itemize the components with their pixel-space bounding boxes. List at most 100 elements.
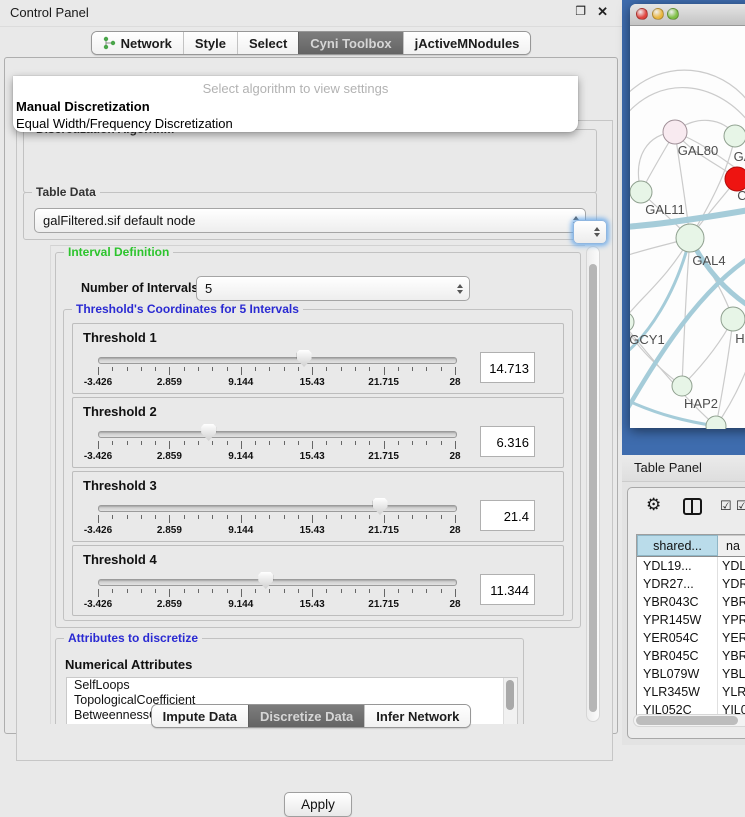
tick-mark (341, 589, 342, 593)
settings-scrollbar[interactable] (586, 246, 600, 722)
tick-mark (384, 441, 385, 449)
slider-ticks (98, 441, 455, 450)
tick-mark (326, 515, 327, 519)
tick-mark (341, 441, 342, 445)
threshold-slider-handle[interactable] (373, 498, 388, 515)
network-node[interactable] (721, 307, 745, 331)
threshold-value-field[interactable]: 14.713 (480, 352, 535, 383)
tab-infer-network[interactable]: Infer Network (364, 705, 470, 727)
table-row[interactable]: YLR345WYLR3 (637, 683, 745, 701)
scale-label: 15.43 (300, 377, 325, 388)
traffic-light-close-icon[interactable] (636, 8, 648, 20)
number-of-intervals-combo[interactable]: 5 (196, 276, 470, 301)
network-window-titlebar[interactable] (630, 4, 745, 26)
settings-scroll-thumb[interactable] (589, 264, 597, 712)
tick-mark (169, 515, 170, 523)
network-canvas[interactable]: GAL80GACGAL11GAL4GCY1HHAP2 (630, 26, 745, 429)
tab-network[interactable]: Network (92, 32, 183, 54)
table-hscroll-thumb[interactable] (636, 716, 738, 725)
tick-mark (326, 441, 327, 445)
threshold-slider-track[interactable] (98, 357, 457, 364)
table-row[interactable]: YPR145WYPR1 (637, 611, 745, 629)
table-data-combo[interactable]: galFiltered.sif default node (34, 208, 586, 233)
traffic-light-zoom-icon[interactable] (667, 8, 679, 20)
algorithm-combo[interactable] (573, 220, 607, 244)
threshold-label: Threshold 2 (83, 404, 157, 419)
threshold-value-field[interactable]: 6.316 (480, 426, 535, 457)
tab-label: Cyni Toolbox (310, 36, 391, 51)
tab-style[interactable]: Style (183, 32, 237, 54)
table-cell: YIL0 (718, 701, 745, 715)
network-node[interactable] (724, 125, 745, 147)
tick-mark (355, 367, 356, 371)
algorithm-popup-hint: Select algorithm to view settings (13, 79, 578, 98)
tick-mark (341, 367, 342, 371)
tick-mark (426, 367, 427, 371)
threshold-slider-handle[interactable] (258, 572, 273, 589)
network-node[interactable] (672, 376, 692, 396)
table-row[interactable]: YDR27...YDR2 (637, 575, 745, 593)
tab-cyni-toolbox[interactable]: Cyni Toolbox (298, 32, 402, 54)
tab-jactivemnodules[interactable]: jActiveMNodules (403, 32, 531, 54)
threshold-slider-handle[interactable] (201, 424, 216, 441)
threshold-value-field[interactable]: 11.344 (480, 574, 535, 605)
checkbox-icon[interactable]: ☑ (720, 498, 732, 514)
tab-discretize-data[interactable]: Discretize Data (248, 705, 364, 727)
tick-mark (426, 515, 427, 519)
close-panel-icon[interactable]: ✕ (597, 4, 608, 20)
apply-button[interactable]: Apply (284, 792, 352, 817)
tick-mark (98, 367, 99, 375)
table-row[interactable]: YBL079WYBL0 (637, 665, 745, 683)
table-panel-header: Table Panel (622, 455, 745, 482)
thresholds-group-title: Threshold's Coordinates for 5 Intervals (72, 302, 303, 316)
threshold-slider-track[interactable] (98, 579, 457, 586)
tab-impute-data[interactable]: Impute Data (152, 705, 248, 727)
table-horizontal-scrollbar[interactable] (633, 714, 745, 727)
tick-mark (241, 515, 242, 523)
popup-item-equal-width-frequency-discretization[interactable]: Equal Width/Frequency Discretization (13, 115, 578, 132)
tick-mark (441, 589, 442, 593)
network-node[interactable] (706, 416, 726, 429)
tick-mark (398, 515, 399, 519)
network-edge[interactable] (716, 319, 733, 426)
checkbox-icon[interactable]: ☑ (736, 498, 745, 514)
tick-mark (169, 589, 170, 597)
table-row[interactable]: YBR043CYBR0 (637, 593, 745, 611)
threshold-value-field[interactable]: 21.4 (480, 500, 535, 531)
column-header-na[interactable]: na (718, 535, 745, 556)
tick-mark (184, 441, 185, 445)
network-node[interactable] (630, 181, 652, 203)
tick-mark (112, 515, 113, 519)
table-row[interactable]: YER054CYER0 (637, 629, 745, 647)
float-window-icon[interactable]: ❐ (575, 4, 586, 18)
traffic-light-minimize-icon[interactable] (652, 8, 664, 20)
attribute-item-selfloops[interactable]: SelfLoops (67, 678, 517, 693)
table-row[interactable]: YDL19...YDL1 (637, 557, 745, 575)
network-node[interactable] (663, 120, 687, 144)
tick-mark (184, 515, 185, 519)
tick-mark (112, 367, 113, 371)
threshold-slider-handle[interactable] (297, 350, 312, 367)
tick-mark (284, 367, 285, 371)
tick-mark (227, 589, 228, 593)
network-node[interactable] (630, 312, 634, 332)
threshold-slider-track[interactable] (98, 505, 457, 512)
threshold-slider-track[interactable] (98, 431, 457, 438)
table-cell: YDR27... (637, 575, 718, 593)
table-panel-title: Table Panel (622, 455, 745, 481)
tab-select[interactable]: Select (237, 32, 298, 54)
node-label-gal11: GAL11 (645, 202, 685, 217)
network-edge[interactable] (630, 88, 745, 121)
control-panel-titlebar: Control Panel ❐ ✕ (0, 0, 622, 27)
network-node[interactable] (676, 224, 704, 252)
scale-label: 9.144 (228, 599, 253, 610)
table-row[interactable]: YIL052CYIL0 (637, 701, 745, 715)
gear-icon[interactable]: ⚙ (646, 495, 661, 515)
threshold-label: Threshold 4 (83, 552, 157, 567)
columns-icon[interactable] (683, 498, 702, 515)
popup-item-manual-discretization[interactable]: Manual Discretization (13, 98, 578, 115)
tick-mark (326, 367, 327, 371)
column-header-shared-[interactable]: shared... (637, 535, 718, 556)
discretization-algorithm-group: Discretization Algorithm (23, 129, 597, 193)
table-row[interactable]: YBR045CYBR0 (637, 647, 745, 665)
